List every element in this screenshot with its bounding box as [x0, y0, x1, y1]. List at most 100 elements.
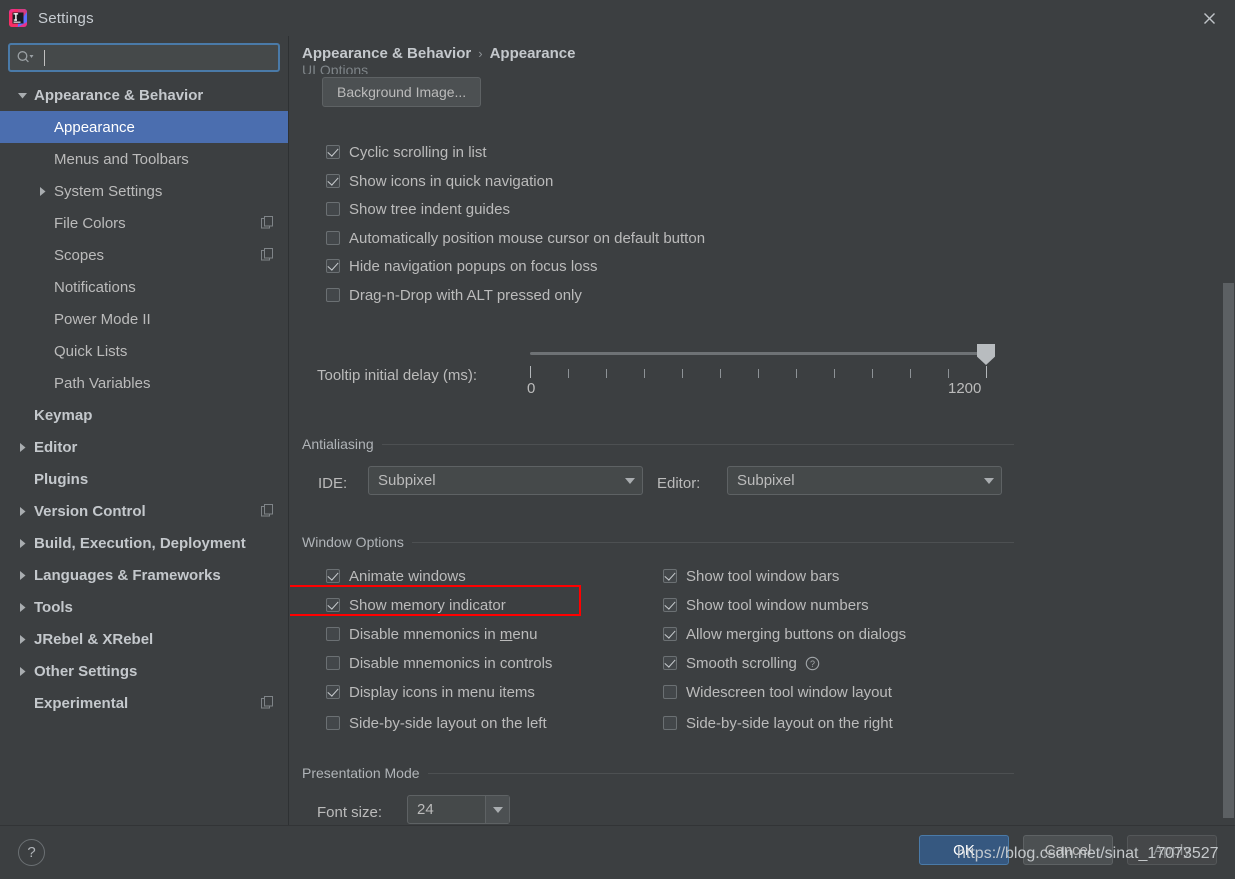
slider-thumb[interactable] — [977, 344, 995, 365]
tooltip-delay-slider[interactable]: 0 1200 — [527, 344, 1005, 404]
chevron-right-icon[interactable] — [14, 439, 30, 455]
help-icon[interactable]: ? — [805, 656, 820, 671]
chevron-down-icon[interactable] — [14, 87, 30, 103]
checkbox-box[interactable] — [326, 288, 340, 302]
ok-button[interactable]: OK — [919, 835, 1009, 865]
sidebar-item-version-control[interactable]: Version Control — [0, 495, 288, 527]
checkbox-box[interactable] — [326, 656, 340, 670]
close-icon[interactable] — [1195, 5, 1223, 31]
sidebar-item-build-execution-deployment[interactable]: Build, Execution, Deployment — [0, 527, 288, 559]
sidebar-item-label: Appearance & Behavior — [34, 86, 204, 104]
checkbox-smooth-scrolling[interactable]: Smooth scrolling? — [663, 652, 820, 674]
ide-antialiasing-value: Subpixel — [378, 472, 436, 489]
checkbox-box[interactable] — [663, 569, 677, 583]
sidebar-item-menus-and-toolbars[interactable]: Menus and Toolbars — [0, 143, 288, 175]
sidebar-item-scopes[interactable]: Scopes — [0, 239, 288, 271]
checkbox-box[interactable] — [326, 202, 340, 216]
sidebar-item-appearance[interactable]: Appearance — [0, 111, 288, 143]
checkbox-display-icons-in-menu-items[interactable]: Display icons in menu items — [326, 681, 535, 703]
checkbox-box[interactable] — [326, 259, 340, 273]
vertical-scrollbar-thumb[interactable] — [1223, 283, 1234, 818]
slider-tick — [644, 369, 645, 378]
sidebar-item-other-settings[interactable]: Other Settings — [0, 655, 288, 687]
slider-track[interactable] — [530, 352, 992, 355]
chevron-right-icon[interactable] — [14, 599, 30, 615]
sidebar-item-path-variables[interactable]: Path Variables — [0, 367, 288, 399]
sidebar-item-tools[interactable]: Tools — [0, 591, 288, 623]
sidebar-item-experimental[interactable]: Experimental — [0, 687, 288, 719]
sidebar-item-jrebel-xrebel[interactable]: JRebel & XRebel — [0, 623, 288, 655]
chevron-right-icon[interactable] — [14, 535, 30, 551]
chevron-down-icon[interactable] — [977, 467, 1001, 494]
checkbox-box[interactable] — [326, 685, 340, 699]
checkbox-side-by-side-layout-on-the-left[interactable]: Side-by-side layout on the left — [326, 712, 547, 734]
apply-button[interactable]: Apply — [1127, 835, 1217, 865]
checkbox-label: Allow merging buttons on dialogs — [686, 625, 907, 643]
sidebar-item-plugins[interactable]: Plugins — [0, 463, 288, 495]
sidebar-item-notifications[interactable]: Notifications — [0, 271, 288, 303]
checkbox-label: Animate windows — [349, 567, 466, 585]
checkbox-show-tree-indent-guides[interactable]: Show tree indent guides — [326, 198, 510, 220]
sidebar-item-keymap[interactable]: Keymap — [0, 399, 288, 431]
sidebar-item-appearance-behavior[interactable]: Appearance & Behavior — [0, 79, 288, 111]
checkbox-hide-navigation-popups-on-focus-loss[interactable]: Hide navigation popups on focus loss — [326, 255, 598, 277]
checkbox-box[interactable] — [326, 716, 340, 730]
checkbox-show-tool-window-numbers[interactable]: Show tool window numbers — [663, 594, 869, 616]
sidebar-item-file-colors[interactable]: File Colors — [0, 207, 288, 239]
checkbox-box[interactable] — [663, 716, 677, 730]
chevron-down-icon[interactable] — [618, 467, 642, 494]
breadcrumb-root[interactable]: Appearance & Behavior — [302, 45, 471, 62]
slider-tick — [948, 369, 949, 378]
chevron-right-icon[interactable] — [14, 631, 30, 647]
intellij-idea-logo-icon — [7, 7, 29, 29]
checkbox-box[interactable] — [326, 598, 340, 612]
checkbox-box[interactable] — [663, 685, 677, 699]
checkbox-drag-n-drop-with-alt-pressed-only[interactable]: Drag-n-Drop with ALT pressed only — [326, 284, 582, 306]
checkbox-allow-merging-buttons-on-dialogs[interactable]: Allow merging buttons on dialogs — [663, 623, 906, 645]
presentation-font-size-select[interactable]: 24 — [407, 795, 510, 824]
search-field[interactable] — [8, 43, 280, 72]
checkbox-box[interactable] — [326, 145, 340, 159]
checkbox-box[interactable] — [663, 627, 677, 641]
search-input[interactable] — [38, 46, 278, 69]
checkbox-animate-windows[interactable]: Animate windows — [326, 565, 466, 587]
checkbox-label: Hide navigation popups on focus loss — [349, 257, 598, 275]
slider-tick — [910, 369, 911, 378]
checkbox-box[interactable] — [326, 174, 340, 188]
ide-antialiasing-select[interactable]: Subpixel — [368, 466, 643, 495]
presentation-font-size-value: 24 — [417, 801, 434, 818]
checkbox-show-tool-window-bars[interactable]: Show tool window bars — [663, 565, 839, 587]
chevron-right-icon[interactable] — [14, 503, 30, 519]
vertical-scrollbar-track[interactable] — [1222, 36, 1235, 825]
checkbox-box[interactable] — [663, 598, 677, 612]
settings-sidebar: Appearance & Behavior Appearance Menus and… — [0, 36, 289, 825]
checkbox-label: Drag-n-Drop with ALT pressed only — [349, 286, 582, 304]
settings-main-panel: Appearance & Behavior › Appearance UI Op… — [290, 36, 1235, 825]
help-button[interactable]: ? — [18, 839, 45, 866]
checkbox-widescreen-tool-window-layout[interactable]: Widescreen tool window layout — [663, 681, 892, 703]
checkbox-box[interactable] — [326, 569, 340, 583]
chevron-right-icon[interactable] — [14, 567, 30, 583]
chevron-right-icon[interactable] — [14, 663, 30, 679]
sidebar-item-languages-frameworks[interactable]: Languages & Frameworks — [0, 559, 288, 591]
sidebar-item-power-mode-ii[interactable]: Power Mode II — [0, 303, 288, 335]
sidebar-item-editor[interactable]: Editor — [0, 431, 288, 463]
checkbox-side-by-side-layout-on-the-right[interactable]: Side-by-side layout on the right — [663, 712, 893, 734]
cancel-button[interactable]: Cancel — [1023, 835, 1113, 865]
checkbox-box[interactable] — [326, 627, 340, 641]
checkbox-disable-mnemonics-in-controls[interactable]: Disable mnemonics in controls — [326, 652, 552, 674]
editor-antialiasing-select[interactable]: Subpixel — [727, 466, 1002, 495]
chevron-right-icon[interactable] — [34, 183, 50, 199]
checkbox-cyclic-scrolling-in-list[interactable]: Cyclic scrolling in list — [326, 141, 487, 163]
sidebar-item-system-settings[interactable]: System Settings — [0, 175, 288, 207]
chevron-down-icon[interactable] — [485, 796, 509, 823]
checkbox-automatically-position-mouse-cursor-on-default-button[interactable]: Automatically position mouse cursor on d… — [326, 227, 705, 249]
presentation-mode-group-header: Presentation Mode — [302, 765, 1014, 781]
checkbox-box[interactable] — [663, 656, 677, 670]
checkbox-disable-mnemonics-in-menu[interactable]: Disable mnemonics in menu — [326, 623, 537, 645]
checkbox-show-memory-indicator[interactable]: Show memory indicator — [326, 594, 506, 616]
sidebar-item-quick-lists[interactable]: Quick Lists — [0, 335, 288, 367]
background-image-button[interactable]: Background Image... — [322, 77, 482, 107]
checkbox-show-icons-in-quick-navigation[interactable]: Show icons in quick navigation — [326, 170, 553, 192]
checkbox-box[interactable] — [326, 231, 340, 245]
